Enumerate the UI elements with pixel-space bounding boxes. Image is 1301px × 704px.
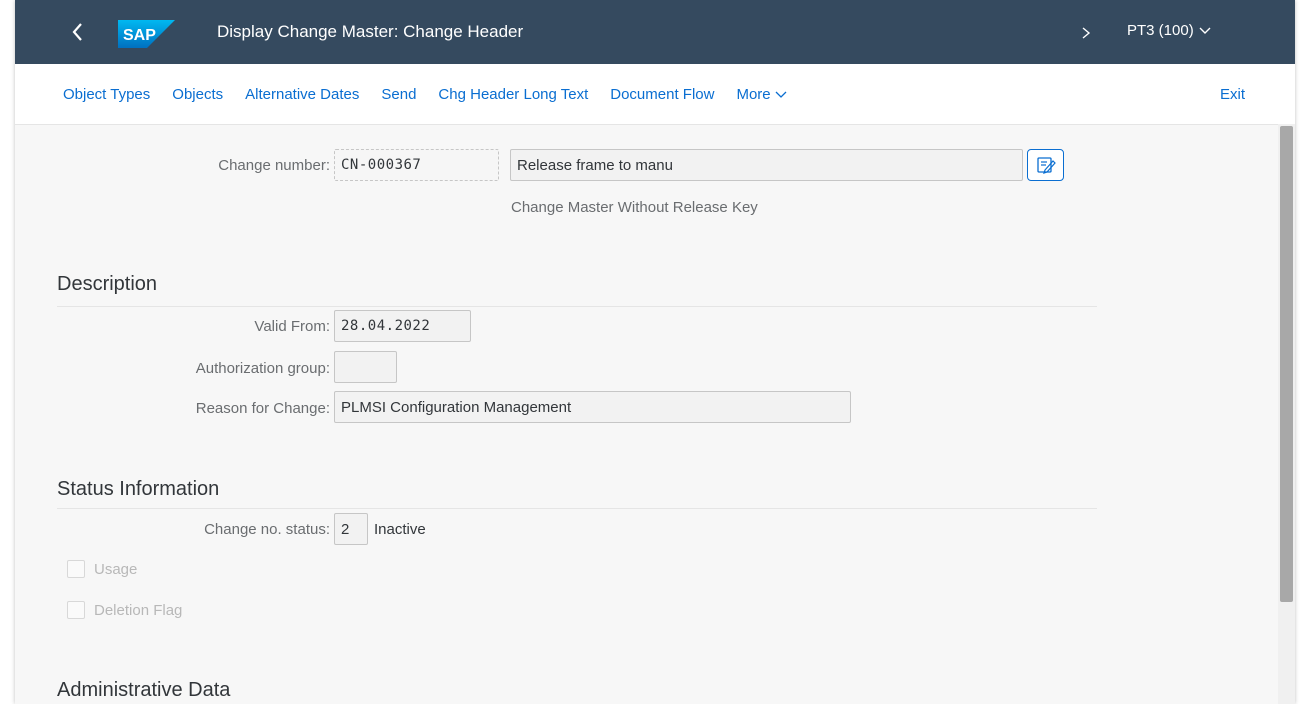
forward-button[interactable] [1079,22,1093,44]
reason-for-change-field[interactable]: PLMSI Configuration Management [334,391,851,423]
back-button[interactable] [67,18,89,46]
exit-button[interactable]: Exit [1220,86,1245,103]
svg-text:SAP: SAP [123,27,156,44]
status-section-title: Status Information [57,478,220,500]
scrollbar-thumb[interactable] [1280,126,1293,602]
more-menu-button[interactable]: More [736,86,787,103]
shell-bar: SAP Display Change Master: Change Header… [15,0,1295,64]
change-status-text: Inactive [374,521,426,538]
long-text-button[interactable] [1027,149,1064,181]
change-number-field[interactable]: CN-000367 [334,149,499,181]
description-section-title: Description [57,273,158,295]
section-divider [57,508,1097,509]
change-status-field[interactable]: 2 [334,513,368,545]
change-number-label: Change number: [218,157,330,174]
usage-checkbox[interactable] [67,560,85,578]
change-description-field[interactable]: Release frame to manu [510,149,1023,181]
document-flow-button[interactable]: Document Flow [610,86,725,103]
valid-from-field[interactable]: 28.04.2022 [334,310,471,342]
chevron-down-icon [1199,27,1211,34]
authorization-group-field[interactable] [334,351,397,383]
deletion-flag-checkbox[interactable] [67,601,85,619]
change-status-label: Change no. status: [204,521,330,538]
deletion-flag-checkbox-row[interactable]: Deletion Flag [67,601,182,619]
system-menu[interactable]: PT3 (100) [1127,22,1212,39]
section-divider [57,306,1097,307]
sap-window: SAP Display Change Master: Change Header… [15,0,1295,704]
objects-button[interactable]: Objects [172,86,234,103]
edit-text-icon [1036,157,1056,174]
app-title: Display Change Master: Change Header [217,22,524,41]
toolbar: Object Types Objects Alternative Dates S… [15,64,1295,125]
chevron-left-icon [72,23,82,41]
deletion-flag-label: Deletion Flag [94,601,183,619]
chevron-right-icon [1082,27,1091,39]
administrative-section-title: Administrative Data [57,679,231,701]
send-button[interactable]: Send [381,86,427,103]
usage-label: Usage [94,560,138,578]
valid-from-label: Valid From: [254,318,330,335]
usage-checkbox-row[interactable]: Usage [67,560,137,578]
chevron-down-icon [775,91,787,98]
sap-logo: SAP [118,20,175,48]
alternative-dates-button[interactable]: Alternative Dates [245,86,370,103]
system-label: PT3 (100) [1127,22,1194,39]
more-label: More [736,86,771,103]
authorization-group-label: Authorization group: [195,360,330,377]
chg-header-long-text-button[interactable]: Chg Header Long Text [438,86,599,103]
reason-for-change-label: Reason for Change: [195,400,330,417]
release-key-note: Change Master Without Release Key [511,199,758,216]
object-types-button[interactable]: Object Types [63,86,161,103]
